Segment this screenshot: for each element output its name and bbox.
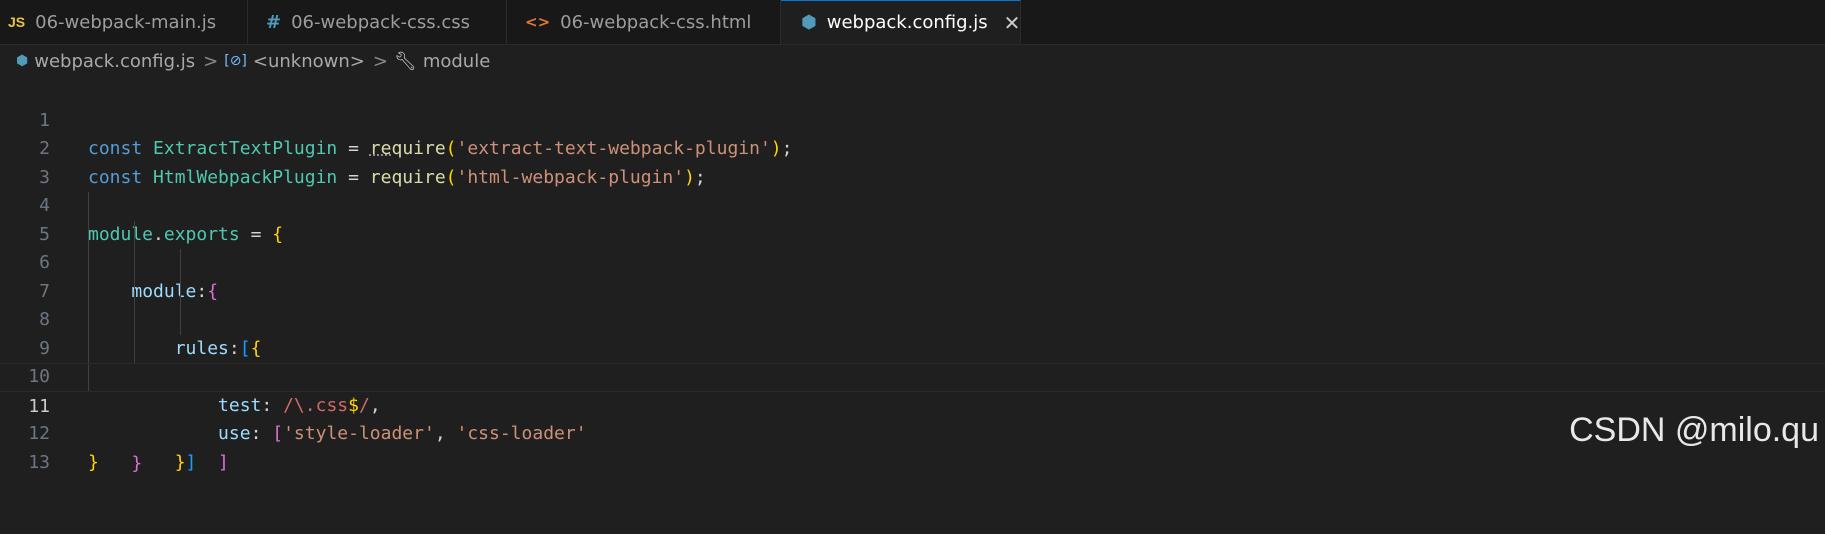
code-line[interactable]: 3	[0, 135, 1825, 188]
indent-guide	[134, 306, 135, 335]
indent-guide	[180, 249, 181, 278]
code-line[interactable]: 7 test: /\.css$/,	[0, 249, 1825, 416]
code-text: }	[88, 451, 99, 473]
code-line[interactable]: 10 }]	[0, 334, 1825, 473]
indent-guide	[88, 277, 89, 306]
indent-guide	[134, 277, 135, 306]
indent-guide	[88, 364, 89, 391]
html-file-icon: <>	[525, 13, 551, 31]
code-line-current[interactable]: 11 }	[0, 363, 1825, 474]
code-line[interactable]: 4 module.exports = {	[0, 164, 1825, 245]
breadcrumb: ⬢ webpack.config.js > [⊘] <unknown> > 🔧︎…	[0, 44, 1825, 78]
indent-guide	[134, 220, 135, 249]
close-icon[interactable]: ✕	[1004, 11, 1021, 35]
chevron-right-icon: >	[203, 50, 219, 72]
watermark: CSDN @milo.qu	[1569, 411, 1819, 449]
code-line[interactable]: 6 rules:[{	[0, 220, 1825, 359]
indent-guide	[88, 306, 89, 335]
tab-label: 06-webpack-main.js	[35, 11, 217, 33]
editor-tab-bar: JS 06-webpack-main.js # 06-webpack-css.c…	[0, 0, 1825, 45]
config-file-icon: ⬢	[801, 12, 817, 33]
code-line[interactable]: 8 use: ['style-loader', 'css-loader'	[0, 277, 1825, 444]
indent-guide	[88, 192, 89, 221]
tab-06-webpack-main-js[interactable]: JS 06-webpack-main.js	[0, 0, 248, 44]
indent-guide	[180, 306, 181, 335]
code-line[interactable]: 12 }	[0, 392, 1825, 473]
indent-guide	[88, 334, 89, 363]
chevron-right-icon: >	[372, 50, 388, 72]
breadcrumb-property[interactable]: module	[423, 51, 490, 72]
symbol-variable-icon: [⊘]	[224, 53, 247, 69]
indent-guide	[134, 249, 135, 278]
code-line[interactable]: 5 module:{	[0, 192, 1825, 302]
tab-06-webpack-css-css[interactable]: # 06-webpack-css.css	[248, 0, 507, 44]
indent-guide	[134, 334, 135, 363]
indent-guide	[88, 249, 89, 278]
indent-guide	[88, 220, 89, 249]
css-file-icon: #	[266, 11, 282, 33]
tab-label: webpack.config.js	[826, 12, 988, 33]
tab-label: 06-webpack-css.css	[291, 11, 471, 33]
wrench-icon: 🔧︎	[393, 50, 417, 72]
tab-label: 06-webpack-css.html	[560, 11, 752, 33]
breadcrumb-file[interactable]: webpack.config.js	[34, 51, 195, 72]
code-line[interactable]: 9 ]	[0, 306, 1825, 473]
breadcrumb-symbol[interactable]: <unknown>	[253, 51, 365, 72]
code-editor[interactable]: 1 const ExtractTextPlugin = require('ext…	[0, 78, 1825, 474]
code-line[interactable]: 1 const ExtractTextPlugin = require('ext…	[0, 78, 1825, 160]
js-file-icon: JS	[8, 14, 26, 30]
tab-06-webpack-css-html[interactable]: <> 06-webpack-css.html	[507, 0, 781, 44]
config-file-icon: ⬢	[16, 53, 29, 69]
code-line[interactable]: 13	[0, 420, 1825, 473]
code-line[interactable]: 2 const HtmlWebpackPlugin = require('htm…	[0, 107, 1825, 188]
line-number: 13	[28, 451, 50, 473]
tab-webpack-config-js[interactable]: ⬢ webpack.config.js ✕	[781, 0, 1021, 44]
indent-guide	[180, 277, 181, 306]
